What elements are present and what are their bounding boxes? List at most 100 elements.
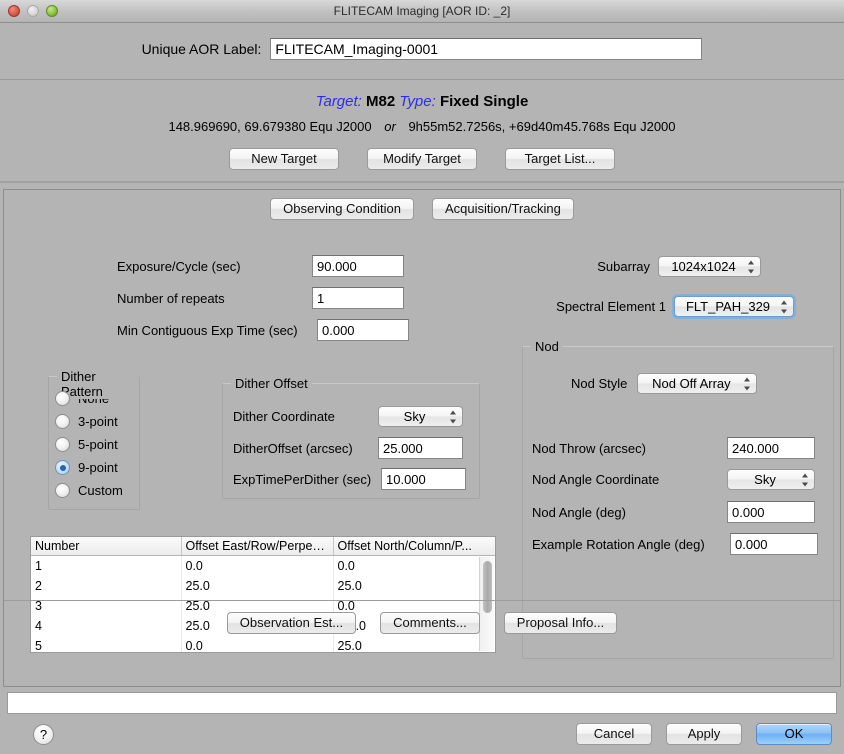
observation-est-button[interactable]: Observation Est... (226, 612, 357, 634)
ok-button[interactable]: OK (756, 723, 832, 745)
column-header-offset-north[interactable]: Offset North/Column/P... (333, 537, 495, 556)
subarray-select[interactable]: 1024x1024 (658, 256, 761, 277)
panel-action-buttons: Observation Est... Comments... Proposal … (4, 600, 840, 634)
nod-angle-coordinate-row: Nod Angle Coordinate Sky (532, 469, 815, 490)
target-summary: Target: M82 Type: Fixed Single 148.96969… (0, 80, 844, 183)
footer-buttons: Cancel Apply OK (576, 723, 832, 745)
exptime-per-dither-row: ExpTimePerDither (sec) (233, 468, 466, 490)
nod-angle-input[interactable] (727, 501, 815, 523)
cell-offset-north: 0.0 (333, 555, 495, 576)
dither-coordinate-label: Dither Coordinate (233, 409, 335, 424)
coords-decimal: 148.969690, 69.679380 (168, 119, 306, 134)
subarray-row: Subarray 1024x1024 (586, 256, 761, 277)
min-contiguous-exp-label: Min Contiguous Exp Time (sec) (117, 322, 298, 338)
number-of-repeats-label: Number of repeats (117, 290, 225, 306)
target-buttons: New Target Modify Target Target List... (0, 148, 844, 170)
dither-coordinate-value: Sky (403, 409, 426, 424)
subarray-value: 1024x1024 (671, 259, 736, 274)
chevron-updown-icon (449, 410, 456, 423)
subarray-label: Subarray (597, 259, 650, 274)
dither-option-custom-label: Custom (78, 483, 123, 498)
dither-option-3-point-label: 3-point (78, 414, 118, 429)
flitecam-imaging-dialog: FLITECAM Imaging [AOR ID: _2] Unique AOR… (0, 0, 844, 754)
dither-offset-row: DitherOffset (arcsec) (233, 437, 463, 459)
panel-content: Exposure/Cycle (sec) Number of repeats M… (4, 220, 840, 659)
dither-option-3-point[interactable]: 3-point (55, 410, 139, 433)
coords-sexagesimal-frame: Equ J2000 (613, 119, 676, 134)
cell-number: 5 (31, 635, 182, 652)
chevron-updown-icon (801, 473, 808, 486)
target-headline: Target: M82 Type: Fixed Single (0, 92, 844, 112)
coords-decimal-frame: Equ J2000 (309, 119, 372, 134)
dialog-footer: ? Cancel Apply OK (0, 714, 844, 754)
status-bar (7, 692, 837, 714)
nod-angle-label: Nod Angle (deg) (532, 504, 626, 520)
dither-option-9-point[interactable]: 9-point (55, 456, 139, 479)
exposure-cycle-input[interactable] (312, 255, 404, 277)
column-header-number[interactable]: Number (31, 537, 182, 556)
example-rotation-angle-row: Example Rotation Angle (deg) (532, 533, 818, 555)
chevron-updown-icon (780, 300, 787, 313)
new-target-button[interactable]: New Target (229, 148, 339, 170)
nod-style-value: Nod Off Array (652, 376, 731, 391)
exposure-cycle-label: Exposure/Cycle (sec) (117, 258, 241, 274)
table-row[interactable]: 5 0.0 25.0 (31, 635, 495, 652)
target-list-button[interactable]: Target List... (505, 148, 615, 170)
dither-option-5-point-label: 5-point (78, 437, 118, 452)
tab-acquisition-tracking[interactable]: Acquisition/Tracking (431, 198, 574, 220)
example-rotation-angle-input[interactable] (730, 533, 818, 555)
dither-offset-input[interactable] (378, 437, 463, 459)
example-rotation-angle-label: Example Rotation Angle (deg) (532, 536, 705, 552)
modify-target-button[interactable]: Modify Target (367, 148, 477, 170)
spectral-element-value: FLT_PAH_329 (685, 299, 771, 314)
number-of-repeats-input[interactable] (312, 287, 404, 309)
panel-tabs: Observing Condition Acquisition/Tracking (4, 190, 840, 220)
target-type-key: Type: (399, 93, 436, 110)
table-header-row: Number Offset East/Row/Perpen... Offset … (31, 537, 495, 556)
dither-coordinate-select[interactable]: Sky (378, 406, 463, 427)
aor-label-input[interactable] (270, 38, 703, 60)
spectral-element-select[interactable]: FLT_PAH_329 (674, 296, 794, 317)
nod-angle-row: Nod Angle (deg) (532, 501, 815, 523)
radio-selected-icon (55, 460, 70, 475)
nod-throw-label: Nod Throw (arcsec) (532, 440, 646, 456)
cell-offset-east: 25.0 (181, 575, 334, 596)
minimize-icon[interactable] (27, 5, 39, 17)
nod-angle-coordinate-value: Sky (754, 472, 776, 487)
min-contiguous-exp-input[interactable] (317, 319, 409, 341)
window-controls (0, 5, 58, 17)
target-name: M82 (366, 93, 396, 110)
observation-panel: Observing Condition Acquisition/Tracking… (3, 189, 841, 687)
dither-option-custom[interactable]: Custom (55, 479, 139, 502)
coords-or: or (384, 119, 396, 134)
number-of-repeats-row: Number of repeats (117, 287, 404, 309)
dither-option-5-point[interactable]: 5-point (55, 433, 139, 456)
cancel-button[interactable]: Cancel (576, 723, 652, 745)
spectral-element-label: Spectral Element 1 (556, 299, 666, 314)
dither-offset-legend: Dither Offset (231, 376, 312, 391)
target-coordinates: 148.969690, 69.679380 Equ J2000 or 9h55m… (0, 118, 844, 136)
table-row[interactable]: 2 25.0 25.0 (31, 575, 495, 596)
target-key: Target: (315, 93, 362, 110)
dither-offsets-table: Number Offset East/Row/Perpen... Offset … (30, 536, 496, 653)
min-contiguous-exp-row: Min Contiguous Exp Time (sec) (117, 319, 409, 341)
nod-style-select[interactable]: Nod Off Array (637, 373, 758, 394)
radio-icon (55, 391, 70, 406)
dither-coordinate-row: Dither Coordinate Sky (233, 406, 463, 427)
help-icon[interactable]: ? (33, 723, 54, 745)
nod-throw-input[interactable] (727, 437, 815, 459)
window-title: FLITECAM Imaging [AOR ID: _2] (333, 4, 511, 18)
apply-button[interactable]: Apply (666, 723, 742, 745)
proposal-info-button[interactable]: Proposal Info... (503, 612, 618, 634)
comments-button[interactable]: Comments... (380, 612, 480, 634)
tab-observing-condition[interactable]: Observing Condition (270, 198, 414, 220)
close-icon[interactable] (8, 5, 20, 17)
column-header-offset-east[interactable]: Offset East/Row/Perpen... (181, 537, 334, 556)
nod-angle-coordinate-select[interactable]: Sky (727, 469, 815, 490)
nod-style-label: Nod Style (571, 376, 628, 391)
table-row[interactable]: 1 0.0 0.0 (31, 555, 495, 576)
coords-sexagesimal: 9h55m52.7256s, +69d40m45.768s (408, 119, 610, 134)
nod-throw-row: Nod Throw (arcsec) (532, 437, 815, 459)
zoom-icon[interactable] (46, 5, 58, 17)
exptime-per-dither-input[interactable] (381, 468, 466, 490)
